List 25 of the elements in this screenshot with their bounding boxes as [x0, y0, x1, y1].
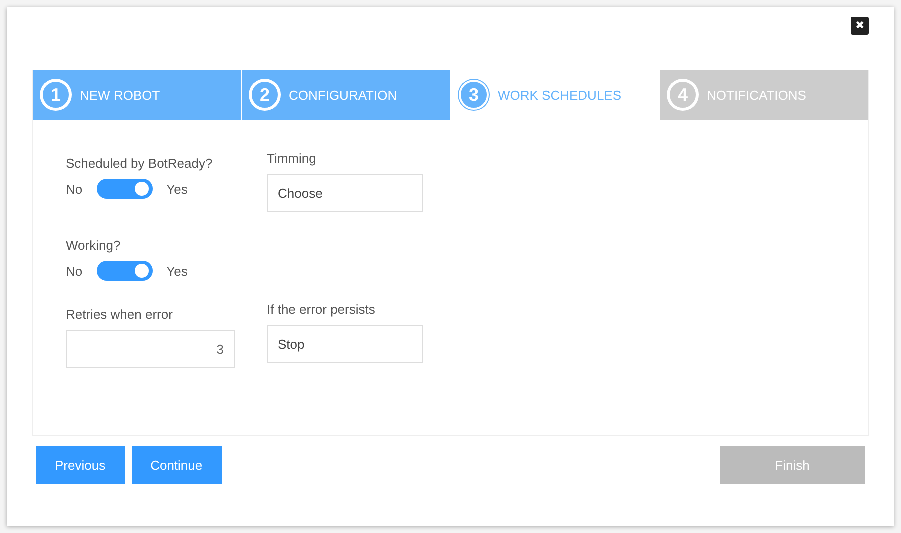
field-label: If the error persists — [267, 302, 376, 317]
step-number-badge: 3 — [459, 80, 489, 110]
field-label: Working? — [66, 238, 122, 253]
toggle-off-label: No — [66, 264, 83, 278]
step-label: WORK SCHEDULES — [498, 88, 622, 102]
number-input-field[interactable]: 3 — [66, 330, 235, 368]
step-number-badge: 2 — [250, 80, 280, 110]
step-label: NEW ROBOT — [80, 88, 160, 102]
toggle-switch[interactable] — [96, 179, 153, 199]
continue-button[interactable]: Continue — [132, 446, 222, 484]
field-label: Retries when error — [66, 307, 174, 322]
select-field[interactable]: Choose — [267, 174, 423, 212]
step-number-badge: 1 — [41, 80, 71, 110]
toggle-on-label: Yes — [166, 182, 188, 196]
select-field[interactable]: Stop — [267, 325, 423, 363]
toggle-on-label: Yes — [166, 264, 188, 278]
field-label: Scheduled by BotReady? — [66, 156, 214, 171]
field-label: Timming — [267, 151, 318, 166]
step-label: CONFIGURATION — [289, 88, 398, 102]
toggle-switch[interactable] — [96, 261, 153, 281]
toggle-off-label: No — [66, 182, 83, 196]
wizard-step-tab[interactable]: 1 NEW ROBOT — [33, 70, 242, 120]
close-button[interactable]: ✖ — [851, 17, 869, 35]
wizard-step-tab[interactable]: 2 CONFIGURATION — [242, 70, 451, 120]
previous-button[interactable]: Previous — [36, 446, 125, 484]
